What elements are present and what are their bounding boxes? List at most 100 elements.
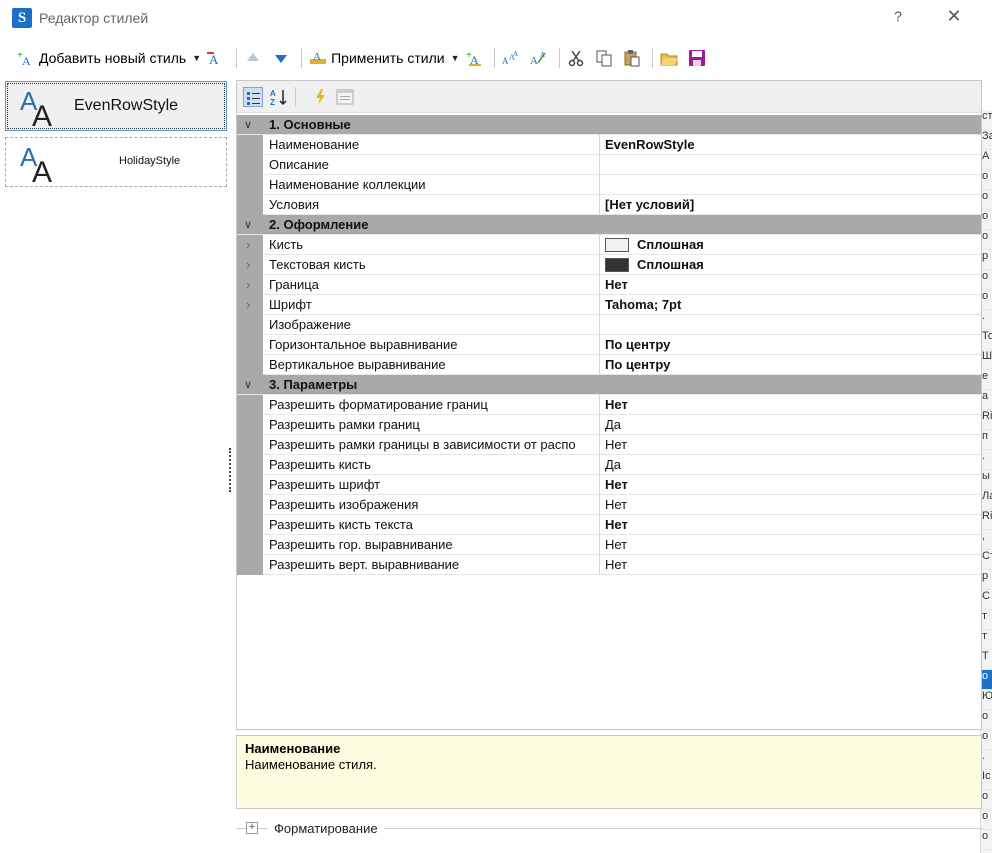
category-row-params[interactable]: ∨ 3. Параметры: [237, 375, 981, 395]
property-row[interactable]: Изображение: [237, 315, 981, 335]
property-value[interactable]: Да: [601, 455, 981, 475]
property-value-text: Нет: [605, 477, 628, 492]
background-text-fragment: п: [981, 430, 992, 450]
row-gutter: [237, 175, 263, 195]
chevron-down-icon[interactable]: ∨: [244, 378, 252, 391]
category-row-design[interactable]: ∨ 2. Оформление: [237, 215, 981, 235]
chevron-right-icon[interactable]: ›: [246, 237, 250, 252]
copy-button[interactable]: [592, 46, 620, 70]
category-row-basic[interactable]: ∨ 1. Основные: [237, 115, 981, 135]
panel-splitter[interactable]: [229, 448, 232, 492]
row-gutter: [237, 415, 263, 435]
property-name: Наименование коллекции: [264, 175, 600, 195]
window-title: Редактор стилей: [39, 10, 149, 26]
chevron-right-icon[interactable]: ›: [246, 277, 250, 292]
property-value[interactable]: Нет: [601, 495, 981, 515]
cut-button[interactable]: [564, 46, 592, 70]
property-row[interactable]: Разрешить рамки границы в зависимости от…: [237, 435, 981, 455]
decrease-font-button[interactable]: AA: [527, 46, 555, 70]
property-row[interactable]: Наименование коллекции: [237, 175, 981, 195]
row-gutter: [237, 435, 263, 455]
font-grow-icon: AAA: [502, 49, 520, 67]
property-row[interactable]: Разрешить рамки границ Да: [237, 415, 981, 435]
background-text-fragment: а: [981, 390, 992, 410]
property-value[interactable]: [601, 175, 981, 195]
style-settings-button[interactable]: + A: [462, 46, 490, 70]
property-value[interactable]: Да: [601, 415, 981, 435]
property-value[interactable]: [Нет условий]: [601, 195, 981, 215]
chevron-right-icon[interactable]: ›: [246, 297, 250, 312]
property-row[interactable]: Разрешить гор. выравнивание Нет: [237, 535, 981, 555]
property-pages-icon[interactable]: [335, 87, 355, 107]
property-value[interactable]: Нет: [601, 555, 981, 575]
font-style-icon: A A: [20, 144, 52, 184]
move-up-button[interactable]: [241, 46, 269, 70]
save-icon: [688, 49, 706, 67]
property-row[interactable]: Описание: [237, 155, 981, 175]
chevron-down-icon[interactable]: ▼: [192, 53, 201, 63]
property-value-text: Нет: [605, 397, 628, 412]
close-button[interactable]: ✕: [940, 6, 968, 30]
property-row[interactable]: Разрешить верт. выравнивание Нет: [237, 555, 981, 575]
row-gutter: [237, 335, 263, 355]
background-text-fragment: о: [981, 830, 992, 850]
paste-button[interactable]: [620, 46, 648, 70]
property-value[interactable]: Нет: [601, 275, 981, 295]
paste-icon: [623, 49, 641, 67]
add-style-button[interactable]: + A Добавить новый стиль ▼: [14, 46, 204, 70]
property-row[interactable]: Разрешить шрифт Нет: [237, 475, 981, 495]
property-value-text: По центру: [605, 357, 671, 372]
property-row[interactable]: › Шрифт Tahoma; 7pt: [237, 295, 981, 315]
property-row[interactable]: Разрешить кисть Да: [237, 455, 981, 475]
property-value[interactable]: Нет: [601, 395, 981, 415]
svg-text:Z: Z: [270, 98, 275, 107]
property-value[interactable]: [601, 155, 981, 175]
categorized-view-icon[interactable]: [243, 87, 263, 107]
svg-text:A: A: [22, 54, 31, 67]
property-row[interactable]: Вертикальное выравнивание По центру: [237, 355, 981, 375]
property-value[interactable]: Нет: [601, 515, 981, 535]
chevron-down-icon[interactable]: ∨: [244, 118, 252, 131]
expand-plus-icon[interactable]: +: [246, 822, 258, 834]
property-row[interactable]: › Кисть Сплошная: [237, 235, 981, 255]
property-value[interactable]: Сплошная: [601, 255, 981, 275]
apply-styles-button[interactable]: A Применить стили ▼: [306, 46, 462, 70]
property-row[interactable]: Условия [Нет условий]: [237, 195, 981, 215]
background-text-fragment: Ла: [981, 490, 992, 510]
style-item-evenrowstyle[interactable]: A A EvenRowStyle: [5, 81, 227, 131]
toolbar-separator: [652, 48, 654, 68]
chevron-down-icon[interactable]: ▼: [451, 53, 460, 63]
row-gutter: [237, 455, 263, 475]
property-value[interactable]: По центру: [601, 355, 981, 375]
row-gutter: [237, 195, 263, 215]
row-gutter: [237, 355, 263, 375]
save-button[interactable]: [685, 46, 713, 70]
chevron-down-icon[interactable]: ∨: [244, 218, 252, 231]
open-button[interactable]: [657, 46, 685, 70]
property-value[interactable]: Нет: [601, 535, 981, 555]
style-item-holidaystyle[interactable]: A A HolidayStyle: [5, 137, 227, 187]
background-text-fragment: т: [981, 610, 992, 630]
property-value[interactable]: EvenRowStyle: [601, 135, 981, 155]
property-value[interactable]: По центру: [601, 335, 981, 355]
increase-font-button[interactable]: AAA: [499, 46, 527, 70]
property-value[interactable]: Tahoma; 7pt: [601, 295, 981, 315]
chevron-right-icon[interactable]: ›: [246, 257, 250, 272]
property-row[interactable]: Разрешить форматирование границ Нет: [237, 395, 981, 415]
property-row[interactable]: Разрешить кисть текста Нет: [237, 515, 981, 535]
property-value[interactable]: [601, 315, 981, 335]
property-name: Вертикальное выравнивание: [264, 355, 600, 375]
property-row[interactable]: › Текстовая кисть Сплошная: [237, 255, 981, 275]
property-row[interactable]: › Граница Нет: [237, 275, 981, 295]
property-value[interactable]: Сплошная: [601, 235, 981, 255]
events-lightning-icon[interactable]: [311, 87, 331, 107]
property-row[interactable]: Горизонтальное выравнивание По центру: [237, 335, 981, 355]
property-row[interactable]: Наименование EvenRowStyle: [237, 135, 981, 155]
property-value[interactable]: Нет: [601, 435, 981, 455]
alphabetical-sort-icon[interactable]: A Z: [269, 87, 289, 107]
property-row[interactable]: Разрешить изображения Нет: [237, 495, 981, 515]
help-button[interactable]: ?: [888, 8, 908, 28]
property-value[interactable]: Нет: [601, 475, 981, 495]
remove-style-button[interactable]: A: [204, 46, 232, 70]
move-down-button[interactable]: [269, 46, 297, 70]
